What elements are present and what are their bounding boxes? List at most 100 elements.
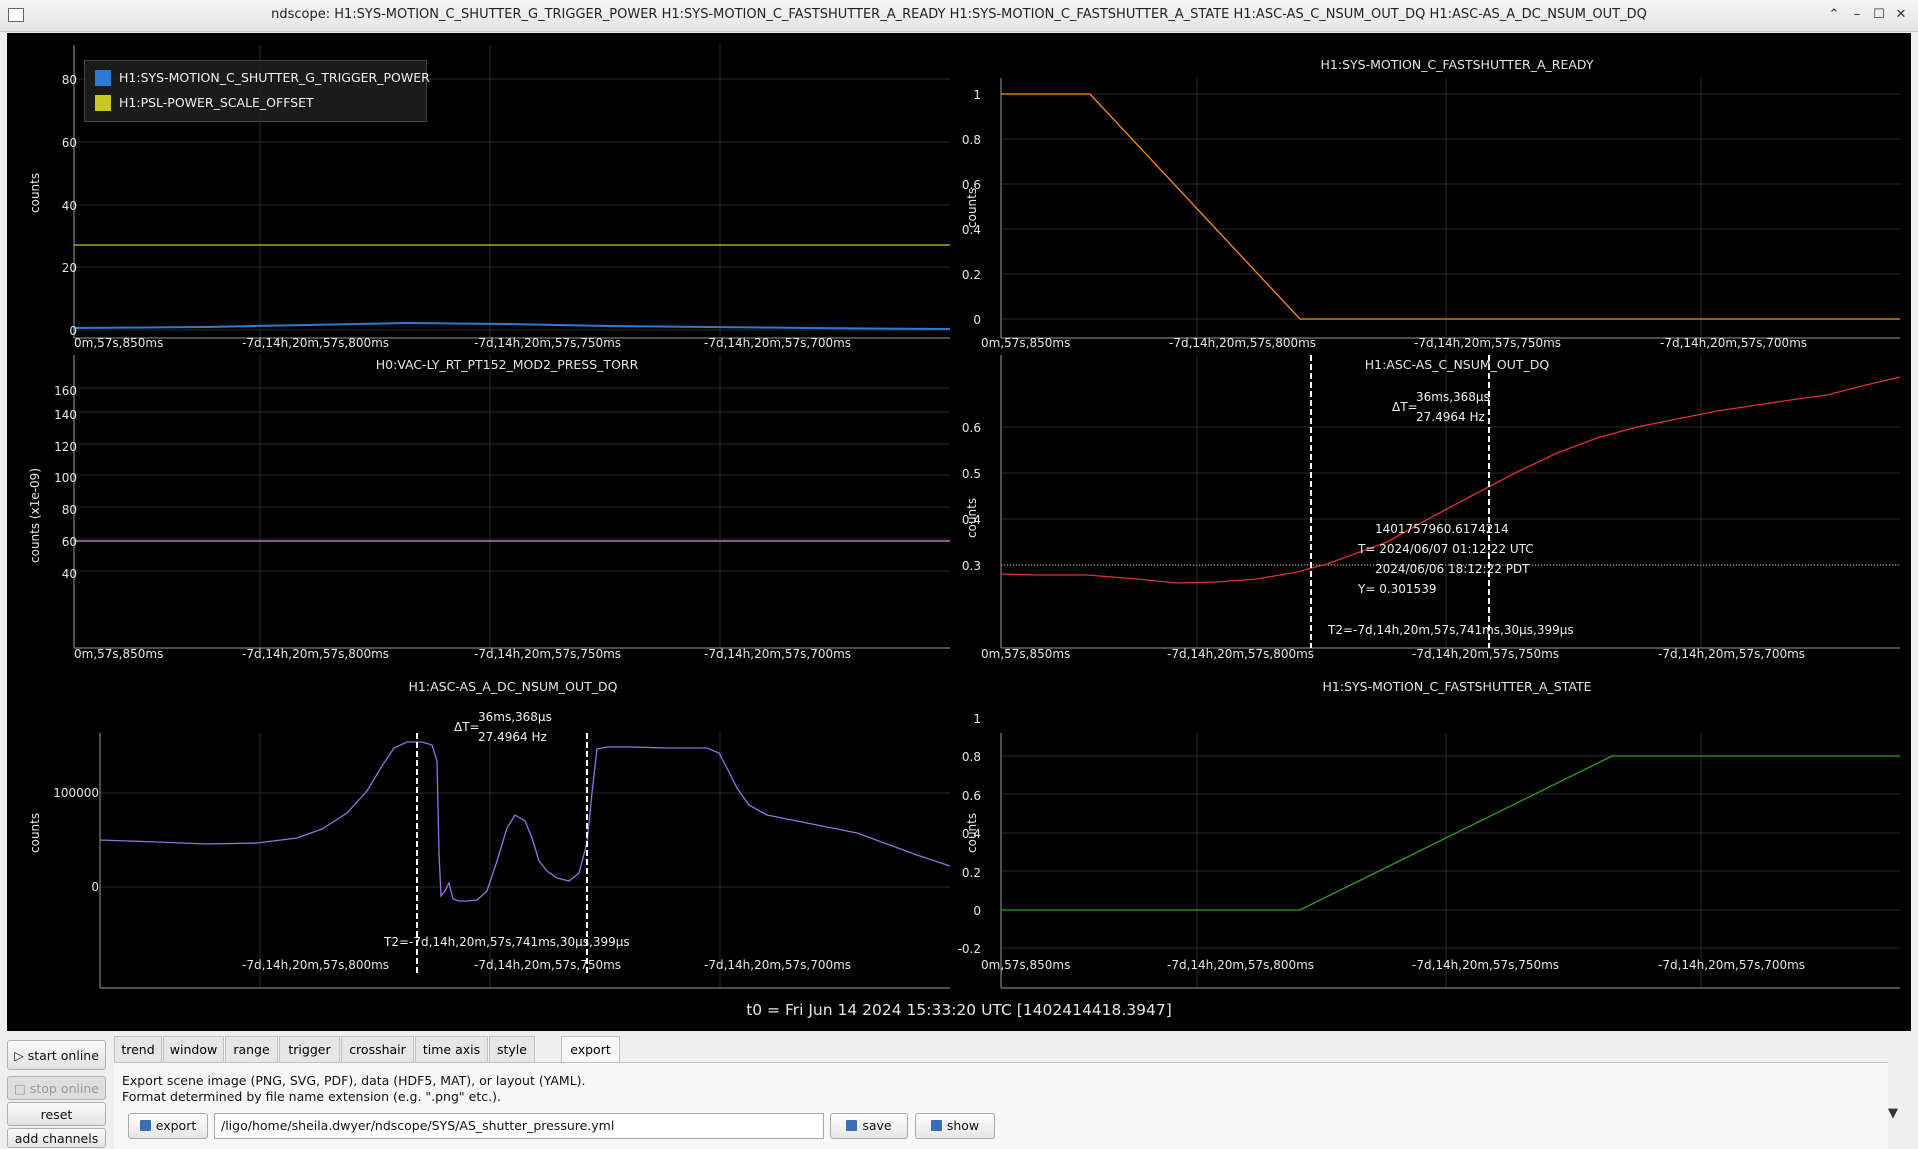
y-axis-label: counts [28,172,42,213]
y-tick: 0.4 [961,513,981,527]
cursor-time-pdt: 2024/06/06 18:12:22 PDT [1375,562,1530,576]
export-description: Export scene image (PNG, SVG, PDF), data… [122,1073,586,1088]
plot-fastshutter-ready[interactable]: H1:SYS-MOTION_C_FASTSHUTTER_A_READY coun… [957,33,1911,343]
title-bar: ndscope: H1:SYS-MOTION_C_SHUTTER_G_TRIGG… [0,0,1918,32]
tab-style[interactable]: style [489,1036,535,1063]
y-tick: -0.2 [957,942,981,956]
delta-t-prefix: ΔT= [1392,400,1418,414]
collapse-chevron-icon[interactable]: ▼ [1888,1106,1898,1121]
legend[interactable]: H1:SYS-MOTION_C_SHUTTER_G_TRIGGER_POWER … [84,60,430,122]
y-tick: 0.2 [961,268,981,282]
reset-button[interactable]: reset [7,1102,106,1126]
y-tick: 40 [61,199,77,213]
y-tick: 140 [54,408,77,422]
y-axis-label: counts [28,812,42,853]
show-button[interactable]: show [915,1113,995,1139]
export-format-note: Format determined by file name extension… [122,1089,501,1104]
plot-fastshutter-ready-svg [1000,78,1900,339]
y-tick: 60 [61,136,77,150]
maximize-icon[interactable]: ☐ [1870,6,1888,24]
y-tick: 80 [61,503,77,517]
x-tick: -7d,14h,20m,57s,750ms [474,958,622,972]
add-channels-button[interactable]: add channels [7,1128,106,1148]
close-icon[interactable]: ✕ [1892,6,1910,24]
y-tick: 0.5 [961,467,981,481]
export-button[interactable]: export [128,1113,208,1139]
window-title: ndscope: H1:SYS-MOTION_C_SHUTTER_G_TRIGG… [271,7,1647,22]
delta-t-value: 36ms,368μs [1416,390,1490,404]
fastshutter-ready-trace [1001,93,1900,320]
t0-label: t0 = Fri Jun 14 2024 15:33:20 UTC [14024… [746,1001,1172,1019]
plot-vac-pressure[interactable]: H0:VAC-LY_RT_PT152_MOD2_PRESS_TORR count… [7,343,957,653]
y-tick: 20 [61,261,77,275]
shutter-trigger-power-trace [73,321,951,330]
cursor-time-utc: T= 2024/06/07 01:12:22 UTC [1358,542,1534,556]
y-axis-label: counts (x1e-09) [28,467,42,563]
plot-title: H1:ASC-AS_C_NSUM_OUT_DQ [1364,357,1550,372]
delta-t-value: 36ms,368μs [478,710,552,724]
cursor-gps: 1401757960.6174214 [1375,522,1509,536]
magnifier-icon [930,1120,942,1131]
y-tick: 0.2 [961,866,981,880]
play-icon: ▷ [14,1048,28,1063]
legend-label: H1:PSL-POWER_SCALE_OFFSET [119,95,314,110]
x-tick: -7d,14h,20m,57s,800ms [1167,958,1315,972]
x-tick: -7d,14h,20m,57s,700ms [1658,958,1806,972]
export-button-label: export [155,1118,197,1133]
plot-title: H0:VAC-LY_RT_PT152_MOD2_PRESS_TORR [375,357,639,372]
x-tick: -7d,14h,20m,57s,800ms [242,958,390,972]
plot-title: H1:ASC-AS_A_DC_NSUM_OUT_DQ [408,679,618,694]
cursor-t2: T2=-7d,14h,20m,57s,741ms,30μs,399μs [384,935,630,949]
stop-online-label: stop online [29,1081,99,1096]
y-tick: 1 [973,88,981,102]
tab-time-axis[interactable]: time axis [415,1036,488,1063]
delta-t-prefix: ΔT= [454,720,480,734]
y-tick: 0.6 [961,789,981,803]
save-button-label: save [862,1118,892,1133]
y-tick: 0.8 [961,750,981,764]
start-online-button[interactable]: ▷ start online [7,1040,106,1070]
y-tick: 0.4 [961,223,981,237]
x-tick: -7d,14h,20m,57s,700ms [704,958,852,972]
plot-fastshutter-state[interactable]: H1:SYS-MOTION_C_FASTSHUTTER_A_STATE coun… [957,653,1911,989]
restore-icon[interactable]: ⌃ [1825,6,1843,24]
scope-canvas[interactable]: counts 80 60 40 20 0 H1:SYS-MOTION_C_SHU… [7,33,1911,1031]
asc-as-a-dc-nsum-trace [99,741,951,902]
cursor-y-value: Y= 0.301539 [1358,582,1437,596]
y-axis-label: counts [965,187,979,228]
tab-trigger[interactable]: trigger [279,1036,340,1063]
stop-icon: □ [14,1081,30,1096]
x-tick: -7d,14h,20m,57s,750ms [1412,958,1560,972]
y-tick: 0.8 [961,133,981,147]
start-online-label: start online [27,1048,99,1063]
download-icon [139,1120,151,1131]
y-tick: 1 [973,712,981,726]
plot-vac-pressure-svg [73,355,950,649]
tab-crosshair[interactable]: crosshair [341,1036,414,1063]
export-path-input[interactable]: /ligo/home/sheila.dwyer/ndscope/SYS/AS_s… [214,1113,824,1139]
plot-title: H1:SYS-MOTION_C_FASTSHUTTER_A_STATE [1322,679,1592,694]
y-tick: 0.6 [961,178,981,192]
tab-export[interactable]: export [561,1036,620,1064]
cursor-t2: T2=-7d,14h,20m,57s,741ms,30μs,399μs [1328,623,1574,637]
plot-fastshutter-state-svg [1000,733,1900,989]
delta-t-freq: 27.4964 Hz [1416,410,1485,424]
y-tick: 60 [61,535,77,549]
save-button[interactable]: save [830,1113,908,1139]
tab-range[interactable]: range [225,1036,278,1063]
minimize-icon[interactable]: – [1848,6,1866,24]
y-tick: 0 [91,880,99,894]
plot-title: H1:SYS-MOTION_C_FASTSHUTTER_A_READY [1320,57,1594,72]
y-tick: 0.4 [961,827,981,841]
y-tick: 100000 [53,786,99,800]
show-button-label: show [946,1118,980,1133]
legend-label: H1:SYS-MOTION_C_SHUTTER_G_TRIGGER_POWER [119,70,430,85]
legend-swatch [95,95,111,111]
tab-window[interactable]: window [163,1036,224,1063]
y-tick: 0 [973,313,981,327]
stop-online-button[interactable]: □ stop online [7,1076,106,1100]
tab-trend[interactable]: trend [114,1036,162,1063]
x-tick-clipped: 0m,57s,850ms [981,958,1071,972]
y-tick: 100 [54,471,77,485]
y-tick: 0 [973,904,981,918]
